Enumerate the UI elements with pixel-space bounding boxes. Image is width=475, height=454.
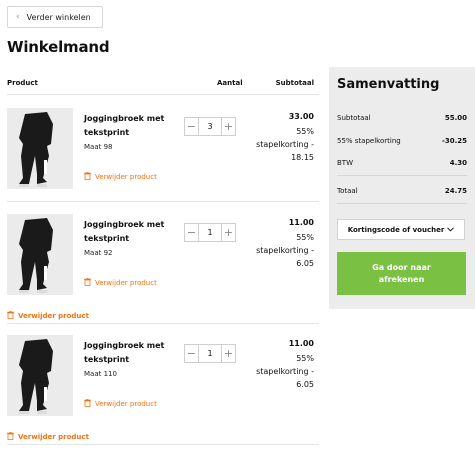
decrease-quantity-button[interactable]: − (184, 223, 199, 242)
decrease-quantity-button[interactable]: − (184, 344, 199, 363)
total-label: Totaal (337, 187, 358, 195)
cart-item: Joggingbroek met tekstprint Maat 98 Verw… (7, 108, 319, 193)
cart-item: Joggingbroek met tekstprint Maat 110 Ver… (7, 335, 319, 420)
discount-label: stapelkorting - (256, 246, 314, 255)
product-image[interactable] (7, 214, 73, 295)
remove-product-label: Verwijder product (95, 400, 157, 408)
product-name[interactable]: Joggingbroek met tekstprint (84, 218, 174, 246)
remove-bundle-label: Verwijder product (18, 312, 89, 320)
vat-label: BTW (337, 159, 353, 167)
remove-product-label: Verwijder product (95, 279, 157, 287)
quantity-input[interactable]: 1 (199, 344, 221, 363)
product-image[interactable] (7, 335, 73, 416)
remove-bundle-button[interactable]: Verwijder product (7, 432, 89, 442)
row-divider (7, 201, 319, 202)
order-summary-panel: Samenvatting Subtotaal 55.00 55% stapelk… (329, 67, 475, 309)
trash-icon (7, 432, 14, 442)
trash-icon (7, 311, 14, 321)
discount-percent: 55% (296, 354, 314, 363)
cart-item: Joggingbroek met tekstprint Maat 92 Verw… (7, 214, 319, 299)
discount-label: stapelkorting - (256, 140, 314, 149)
column-header-product: Product (7, 79, 38, 87)
discount-value: -30.25 (441, 137, 467, 145)
remove-product-label: Verwijder product (95, 173, 157, 181)
continue-shopping-button[interactable]: ‹ Verder winkelen (7, 6, 103, 28)
product-size: Maat 98 (84, 143, 113, 151)
summary-total-row: Totaal 24.75 (337, 187, 467, 195)
row-divider (7, 323, 319, 324)
chevron-down-icon (447, 226, 455, 234)
chevron-left-icon: ‹ (16, 12, 20, 22)
trash-icon (84, 172, 91, 182)
row-divider (7, 444, 319, 445)
trash-icon (84, 278, 91, 288)
product-name[interactable]: Joggingbroek met tekstprint (84, 339, 174, 367)
continue-shopping-label: Verder winkelen (26, 12, 91, 22)
summary-discount-row: 55% stapelkorting -30.25 (337, 137, 467, 145)
column-header-subtotal: Subtotaal (275, 79, 314, 87)
product-size: Maat 110 (84, 370, 117, 378)
summary-divider (337, 203, 467, 204)
checkout-button[interactable]: Ga door naar afrekenen (337, 252, 466, 295)
vat-value: 4.30 (449, 159, 467, 167)
product-name[interactable]: Joggingbroek met tekstprint (84, 112, 174, 140)
product-size: Maat 92 (84, 249, 113, 257)
page-title: Winkelmand (7, 38, 110, 56)
quantity-stepper: − 1 + (184, 344, 240, 363)
discount-label: 55% stapelkorting (337, 137, 401, 145)
product-image[interactable] (7, 108, 73, 189)
discount-label: stapelkorting - (256, 367, 314, 376)
summary-subtotal-row: Subtotaal 55.00 (337, 114, 467, 122)
item-price: 11.00 (288, 218, 314, 227)
total-value: 24.75 (444, 187, 467, 195)
remove-product-button[interactable]: Verwijder product (84, 278, 157, 288)
quantity-input[interactable]: 1 (199, 223, 221, 242)
remove-bundle-button[interactable]: Verwijder product (7, 311, 89, 321)
quantity-input[interactable]: 3 (199, 117, 221, 136)
quantity-stepper: − 1 + (184, 223, 240, 242)
header-divider (7, 94, 319, 95)
remove-bundle-label: Verwijder product (18, 433, 89, 441)
item-discount: 55% stapelkorting - 6.05 (234, 231, 314, 270)
item-discount: 55% stapelkorting - 6.05 (234, 352, 314, 391)
decrease-quantity-button[interactable]: − (184, 117, 199, 136)
summary-vat-row: BTW 4.30 (337, 159, 467, 167)
item-discount: 55% stapelkorting - 18.15 (234, 125, 314, 164)
subtotal-label: Subtotaal (337, 114, 371, 122)
subtotal-value: 55.00 (444, 114, 467, 122)
summary-divider (337, 175, 467, 176)
remove-product-button[interactable]: Verwijder product (84, 172, 157, 182)
item-price: 11.00 (288, 339, 314, 348)
item-price: 33.00 (288, 112, 314, 121)
coupon-code-dropdown[interactable]: Kortingscode of voucher (337, 219, 465, 240)
summary-title: Samenvatting (337, 77, 440, 92)
discount-amount: 6.05 (296, 380, 314, 389)
discount-amount: 6.05 (296, 259, 314, 268)
column-header-quantity: Aantal (217, 79, 243, 87)
discount-percent: 55% (296, 127, 314, 136)
discount-percent: 55% (296, 233, 314, 242)
trash-icon (84, 399, 91, 409)
quantity-stepper: − 3 + (184, 117, 240, 136)
discount-amount: 18.15 (291, 153, 314, 162)
coupon-code-label: Kortingscode of voucher (347, 225, 445, 234)
remove-product-button[interactable]: Verwijder product (84, 399, 157, 409)
